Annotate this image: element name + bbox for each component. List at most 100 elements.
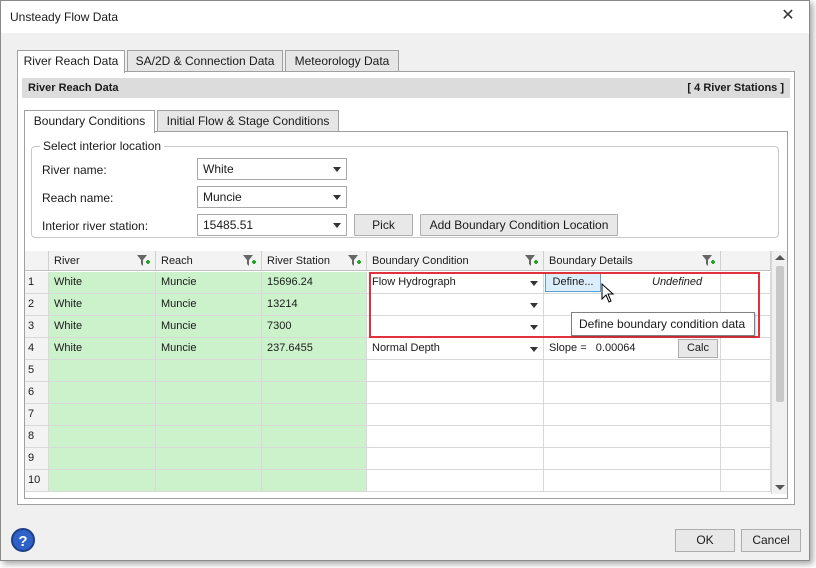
help-icon[interactable]: ? [11, 528, 35, 552]
column-header-boundary-details[interactable]: Boundary Details [544, 251, 721, 271]
calc-button[interactable]: Calc [678, 339, 718, 358]
filter-add-icon[interactable] [524, 254, 538, 268]
interior-station-value: 15485.51 [203, 218, 254, 232]
cell-river[interactable]: White [49, 338, 156, 360]
reach-name-label: Reach name: [42, 191, 114, 205]
column-header-extra [721, 251, 771, 271]
cell-river-station[interactable]: 13214 [262, 294, 367, 316]
tab-sa2d-connection-data[interactable]: SA/2D & Connection Data [127, 50, 283, 72]
cell-boundary-details[interactable] [544, 470, 721, 492]
section-title: River Reach Data [28, 82, 119, 94]
details-status: Undefined [652, 276, 703, 288]
define-button[interactable]: Define... [545, 273, 601, 292]
cell-river[interactable] [49, 360, 156, 382]
cell-river-station[interactable] [262, 448, 367, 470]
cell-river-station[interactable]: 15696.24 [262, 272, 367, 294]
scroll-thumb[interactable] [776, 266, 784, 402]
chevron-down-icon [530, 281, 538, 286]
chevron-down-icon [333, 223, 341, 228]
cell-boundary-details[interactable] [544, 448, 721, 470]
cell-boundary-details[interactable] [544, 426, 721, 448]
column-header-label: River [54, 255, 80, 267]
river-name-value: White [203, 162, 234, 176]
river-name-label: River name: [42, 163, 107, 177]
row-number: 7 [25, 404, 49, 426]
column-header-river-station[interactable]: River Station [262, 251, 367, 271]
cell-boundary-condition[interactable] [367, 316, 544, 338]
tab-river-reach-data[interactable]: River Reach Data [17, 50, 125, 73]
cell-river[interactable]: White [49, 272, 156, 294]
section-header: River Reach Data [ 4 River Stations ] [22, 78, 790, 98]
river-name-combo[interactable]: White [197, 158, 347, 180]
cell-river[interactable]: White [49, 316, 156, 338]
cell-reach[interactable]: Muncie [156, 338, 262, 360]
cell-river-station[interactable]: 7300 [262, 316, 367, 338]
cell-boundary-condition[interactable] [367, 404, 544, 426]
column-header-reach[interactable]: Reach [156, 251, 262, 271]
chevron-down-icon [333, 167, 341, 172]
scroll-up-icon[interactable] [775, 255, 785, 260]
cell-boundary-condition[interactable] [367, 294, 544, 316]
column-header-river[interactable]: River [49, 251, 156, 271]
cell-boundary-condition[interactable] [367, 382, 544, 404]
reach-name-combo[interactable]: Muncie [197, 186, 347, 208]
river-reach-panel: River Reach Data [ 4 River Stations ] Bo… [17, 71, 795, 505]
river-station-count: [ 4 River Stations ] [687, 82, 784, 94]
column-header-boundary-condition[interactable]: Boundary Condition [367, 251, 544, 271]
cell-boundary-condition[interactable] [367, 360, 544, 382]
pick-button[interactable]: Pick [354, 214, 413, 236]
cell-river-station[interactable] [262, 404, 367, 426]
cell-river[interactable]: White [49, 294, 156, 316]
cell-river[interactable] [49, 448, 156, 470]
add-boundary-location-button[interactable]: Add Boundary Condition Location [420, 214, 618, 236]
cell-boundary-details[interactable] [544, 360, 721, 382]
filter-add-icon[interactable] [347, 254, 361, 268]
close-icon[interactable]: ✕ [777, 5, 799, 27]
tab-boundary-conditions[interactable]: Boundary Conditions [24, 110, 155, 133]
cancel-button[interactable]: Cancel [741, 529, 801, 552]
cell-reach[interactable]: Muncie [156, 294, 262, 316]
column-header-label: River Station [267, 255, 330, 267]
filter-add-icon[interactable] [136, 254, 150, 268]
interior-station-combo[interactable]: 15485.51 [197, 214, 347, 236]
cell-extra [721, 338, 771, 360]
cell-extra [721, 404, 771, 426]
cell-reach[interactable] [156, 470, 262, 492]
cell-river-station[interactable] [262, 426, 367, 448]
filter-add-icon[interactable] [242, 254, 256, 268]
scroll-down-icon[interactable] [775, 485, 785, 490]
row-number: 6 [25, 382, 49, 404]
row-number: 1 [25, 272, 49, 294]
cell-reach[interactable]: Muncie [156, 272, 262, 294]
vertical-scrollbar[interactable] [771, 251, 787, 494]
cell-river-station[interactable] [262, 360, 367, 382]
cell-river[interactable] [49, 426, 156, 448]
cell-extra [721, 272, 771, 294]
cell-boundary-details[interactable] [544, 404, 721, 426]
cell-river-station[interactable] [262, 382, 367, 404]
ok-button[interactable]: OK [675, 529, 735, 552]
cell-river[interactable] [49, 470, 156, 492]
cell-boundary-condition[interactable] [367, 470, 544, 492]
cell-reach[interactable] [156, 404, 262, 426]
slope-value: Slope = 0.00064 [549, 342, 636, 354]
cell-reach[interactable] [156, 448, 262, 470]
cell-river[interactable] [49, 382, 156, 404]
cell-river-station[interactable]: 237.6455 [262, 338, 367, 360]
row-number: 4 [25, 338, 49, 360]
cell-reach[interactable] [156, 382, 262, 404]
cell-boundary-condition[interactable]: Flow Hydrograph [367, 272, 544, 294]
cell-boundary-condition[interactable]: Normal Depth [367, 338, 544, 360]
cell-boundary-details[interactable] [544, 382, 721, 404]
cell-boundary-condition[interactable] [367, 448, 544, 470]
cell-reach[interactable]: Muncie [156, 316, 262, 338]
cell-reach[interactable] [156, 360, 262, 382]
tab-initial-flow-stage[interactable]: Initial Flow & Stage Conditions [157, 110, 339, 132]
cell-reach[interactable] [156, 426, 262, 448]
row-number: 5 [25, 360, 49, 382]
tab-meteorology-data[interactable]: Meteorology Data [285, 50, 399, 72]
cell-river[interactable] [49, 404, 156, 426]
cell-boundary-condition[interactable] [367, 426, 544, 448]
cell-river-station[interactable] [262, 470, 367, 492]
filter-add-icon[interactable] [701, 254, 715, 268]
